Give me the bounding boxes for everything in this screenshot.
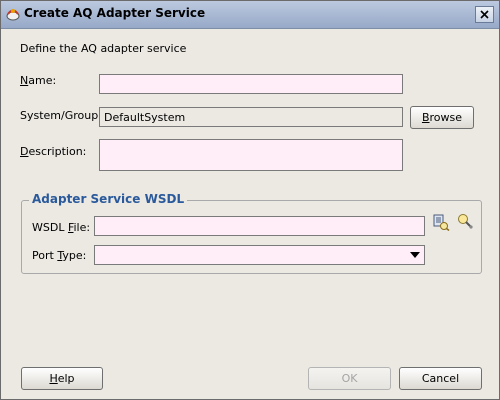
title-bar[interactable]: Create AQ Adapter Service — [1, 1, 499, 29]
ok-button[interactable]: OK — [308, 367, 391, 390]
adapter-service-wsdl-title: Adapter Service WSDL — [29, 192, 188, 206]
chevron-down-icon — [410, 252, 420, 258]
name-field[interactable] — [99, 74, 403, 94]
wsdl-file-label: WSDL File: — [32, 221, 91, 234]
close-icon — [480, 10, 489, 19]
name-label: Name: — [20, 74, 57, 87]
window-title: Create AQ Adapter Service — [24, 6, 206, 20]
system-group-label: System/Group: — [20, 109, 102, 122]
create-aq-adapter-service-dialog: Create AQ Adapter Service Define the AQ … — [0, 0, 500, 400]
browse-wsdl-icon[interactable] — [432, 213, 450, 231]
port-type-label: Port Type: — [32, 249, 87, 262]
oracle-app-icon — [6, 9, 20, 21]
wsdl-file-field[interactable] — [94, 216, 425, 236]
system-group-field — [99, 107, 403, 127]
description-field[interactable] — [99, 139, 403, 171]
cancel-button[interactable]: Cancel — [399, 367, 482, 390]
port-type-select[interactable] — [94, 245, 425, 265]
browse-button[interactable]: Browse — [410, 106, 474, 129]
description-label: Description: — [20, 145, 87, 158]
wsdl-lookup-icon[interactable] — [456, 212, 474, 230]
help-button[interactable]: Help — [21, 367, 103, 390]
close-button[interactable] — [475, 6, 494, 23]
intro-text: Define the AQ adapter service — [20, 42, 187, 55]
